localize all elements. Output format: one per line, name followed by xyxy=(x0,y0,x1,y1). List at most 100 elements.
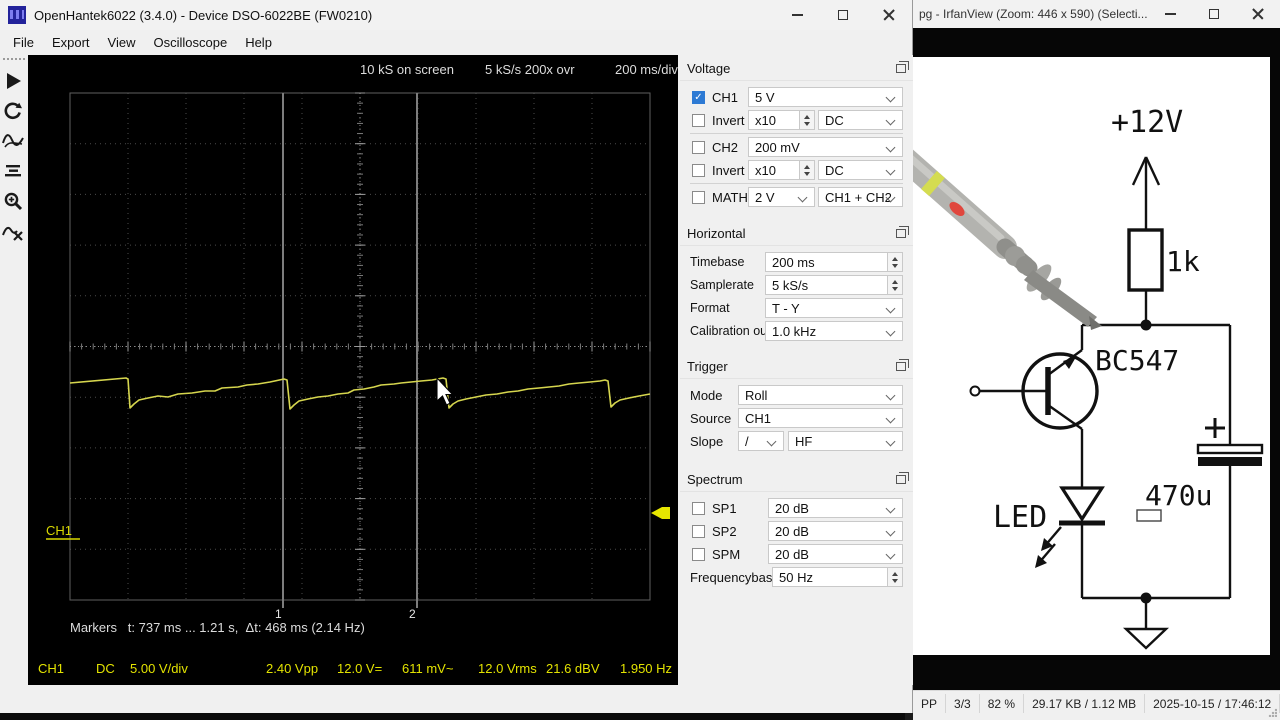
levels-icon xyxy=(3,161,23,181)
irfanview-window: pg - IrfanView (Zoom: 446 x 590) (Select… xyxy=(913,0,1280,720)
menu-export[interactable]: Export xyxy=(43,32,99,53)
spectrum-view-button[interactable] xyxy=(0,156,26,186)
openhantek-window: OpenHantek6022 (3.4.0) - Device DSO-6022… xyxy=(0,0,913,713)
ch2-invert-label: Invert xyxy=(712,163,748,178)
zoom-icon xyxy=(3,191,23,211)
menu-file[interactable]: File xyxy=(4,32,43,53)
separator xyxy=(690,183,903,184)
trigger-filter-select[interactable]: HF xyxy=(788,431,903,451)
minimize-button[interactable] xyxy=(774,0,820,30)
ch1-coupling-select[interactable]: DC xyxy=(818,110,903,130)
ch1-range-select[interactable]: 5 V xyxy=(748,87,903,107)
menu-oscilloscope[interactable]: Oscilloscope xyxy=(144,32,236,53)
ch2-coupling-select[interactable]: DC xyxy=(818,160,903,180)
svg-text:BC547: BC547 xyxy=(1095,344,1179,377)
sp1-checkbox[interactable] xyxy=(692,502,705,515)
status-dbv: 21.6 dBV xyxy=(546,661,600,676)
spectrum-panel-title: Spectrum xyxy=(687,472,743,487)
ch2-label: CH2 xyxy=(712,140,748,155)
toolbar-drag-handle[interactable] xyxy=(3,58,25,60)
image-viewport[interactable]: +12V1kBC547LED470u xyxy=(913,28,1280,690)
titlebar[interactable]: OpenHantek6022 (3.4.0) - Device DSO-6022… xyxy=(0,0,912,30)
ch2-checkbox[interactable] xyxy=(692,141,705,154)
circuit-photo: +12V1kBC547LED470u xyxy=(913,57,1270,655)
voltage-view-button[interactable] xyxy=(0,126,26,156)
float-panel-icon[interactable] xyxy=(896,64,906,73)
irfanview-title: pg - IrfanView (Zoom: 446 x 590) (Select… xyxy=(919,7,1148,21)
irfanview-titlebar[interactable]: pg - IrfanView (Zoom: 446 x 590) (Select… xyxy=(913,0,1280,28)
float-panel-icon[interactable] xyxy=(896,475,906,484)
calibration-out-select[interactable]: 1.0 kHz xyxy=(765,321,903,341)
ch1-invert-checkbox[interactable] xyxy=(692,114,705,127)
separator xyxy=(690,133,903,134)
timebase-spin[interactable]: 200 ms xyxy=(765,252,903,272)
app-icon xyxy=(8,6,26,24)
ch2-probe-gain-spin[interactable]: x10 xyxy=(748,160,815,180)
irfanview-maximize-button[interactable] xyxy=(1192,0,1236,28)
samplerate-spin[interactable]: 5 kS/s xyxy=(765,275,903,295)
sp1-magnitude-select[interactable]: 20 dB xyxy=(768,498,903,518)
spm-checkbox[interactable] xyxy=(692,548,705,561)
spm-label: SPM xyxy=(712,547,768,562)
ch2-invert-checkbox[interactable] xyxy=(692,164,705,177)
probe-photo xyxy=(913,153,1102,330)
math-mode-select[interactable]: CH1 + CH2 xyxy=(818,187,903,207)
svg-text:CH1: CH1 xyxy=(46,523,72,538)
window-title: OpenHantek6022 (3.4.0) - Device DSO-6022… xyxy=(34,8,372,23)
trigger-mode-select[interactable]: Roll xyxy=(738,385,903,405)
irfanview-close-button[interactable] xyxy=(1236,0,1280,28)
spin-arrows-icon[interactable] xyxy=(887,276,902,294)
close-button[interactable] xyxy=(866,0,912,30)
trigger-mode-label: Mode xyxy=(690,388,738,403)
measure-icon xyxy=(2,221,24,241)
float-panel-icon[interactable] xyxy=(896,229,906,238)
status-file-size: 29.17 KB / 1.12 MB xyxy=(1024,694,1145,713)
spm-magnitude-select[interactable]: 20 dB xyxy=(768,544,903,564)
menu-view[interactable]: View xyxy=(99,32,145,53)
scope-display[interactable]: 10 kS on screen 5 kS/s 200x ovr 200 ms/d… xyxy=(28,55,678,685)
status-coupling: DC xyxy=(96,661,115,676)
status-date-time: 2025-10-15 / 17:46:12 xyxy=(1145,694,1280,713)
maximize-icon xyxy=(838,10,848,20)
status-vdc: 12.0 V= xyxy=(337,661,382,676)
float-panel-icon[interactable] xyxy=(896,362,906,371)
markers-readout: Markers t: 737 ms ... 1.21 s, Δt: 468 ms… xyxy=(70,620,365,635)
channel-status-bar: CH1 DC 5.00 V/div 2.40 Vpp 12.0 V= 611 m… xyxy=(28,661,678,683)
spin-arrows-icon[interactable] xyxy=(887,253,902,271)
ch2-range-select[interactable]: 200 mV xyxy=(748,137,903,157)
format-select[interactable]: T - Y xyxy=(765,298,903,318)
ch1-label: CH1 xyxy=(712,90,748,105)
frequencybase-spin[interactable]: 50 Hz xyxy=(772,567,903,587)
measure-button[interactable] xyxy=(0,216,26,246)
zoom-button[interactable] xyxy=(0,186,26,216)
math-range-select[interactable]: 2 V xyxy=(748,187,815,207)
math-checkbox[interactable] xyxy=(692,191,705,204)
sp2-checkbox[interactable] xyxy=(692,525,705,538)
irfanview-minimize-button[interactable] xyxy=(1148,0,1192,28)
status-vrms: 12.0 Vrms xyxy=(478,661,537,676)
ch1-level-arrow[interactable] xyxy=(651,507,670,519)
trigger-panel-title: Trigger xyxy=(687,359,728,374)
spin-arrows-icon[interactable] xyxy=(799,111,814,129)
spin-arrows-icon[interactable] xyxy=(887,568,902,586)
sp2-magnitude-select[interactable]: 20 dB xyxy=(768,521,903,541)
svg-text:+12V: +12V xyxy=(1111,105,1183,140)
ch1-checkbox[interactable]: ✓ xyxy=(692,91,705,104)
maximize-button[interactable] xyxy=(820,0,866,30)
mouse-cursor xyxy=(437,378,453,405)
spin-arrows-icon[interactable] xyxy=(799,161,814,179)
trigger-source-select[interactable]: CH1 xyxy=(738,408,903,428)
menu-help[interactable]: Help xyxy=(236,32,281,53)
status-vac: 611 mV~ xyxy=(402,661,453,676)
minimize-icon xyxy=(1165,13,1176,15)
refresh-button[interactable] xyxy=(0,96,26,126)
status-zoom-percent: 82 % xyxy=(980,694,1024,713)
trigger-slope-select[interactable]: / xyxy=(738,431,784,451)
start-stop-button[interactable] xyxy=(0,66,26,96)
trigger-panel: Trigger Mode Roll Source CH1 Slope / xyxy=(680,355,913,451)
play-icon xyxy=(3,71,23,91)
svg-text:1: 1 xyxy=(275,607,282,621)
status-frequency: 1.950 Hz xyxy=(620,661,672,676)
ch1-probe-gain-spin[interactable]: x10 xyxy=(748,110,815,130)
resize-grip[interactable] xyxy=(1268,708,1277,717)
